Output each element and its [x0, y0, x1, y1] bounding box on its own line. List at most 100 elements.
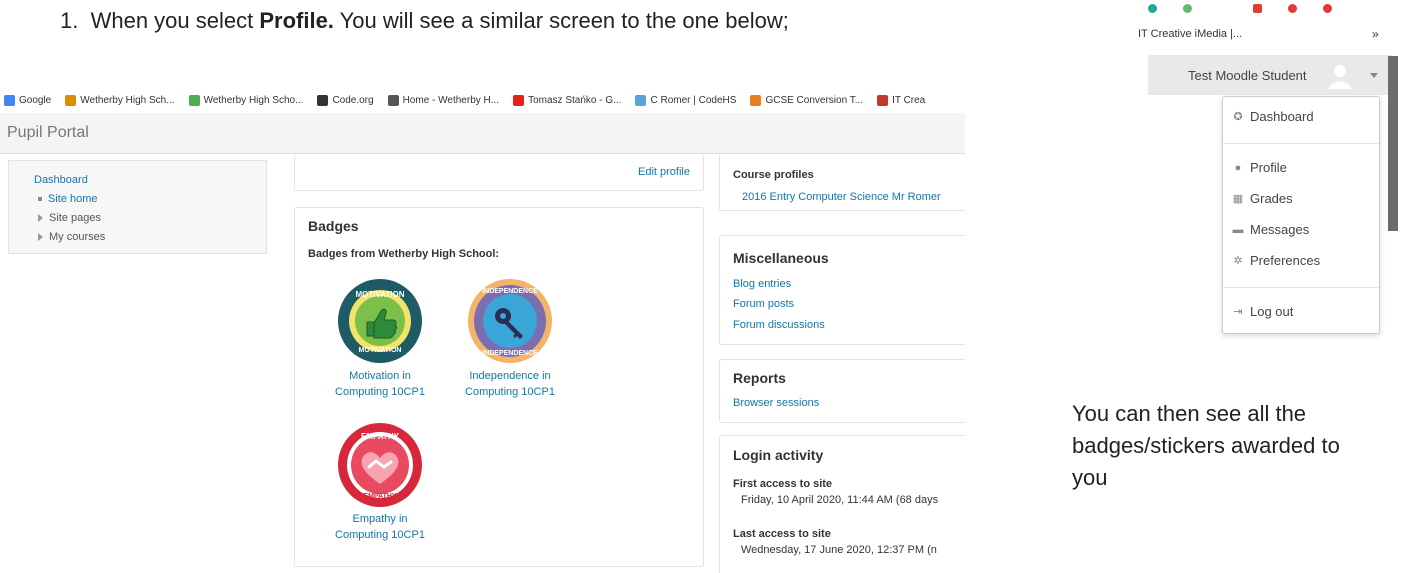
- user-name: Test Moodle Student: [1188, 68, 1307, 83]
- bookmark-item[interactable]: C Romer | CodeHS: [635, 95, 736, 106]
- step-text-before: When you select: [90, 8, 260, 33]
- bookmark-it-creative[interactable]: IT Creative iMedia |...: [1138, 28, 1242, 40]
- badge-caption-motivation[interactable]: Motivation in Computing 10CP1: [325, 368, 435, 400]
- portal-title[interactable]: Pupil Portal: [7, 124, 89, 141]
- badge-word: MOTIVATION: [355, 290, 404, 299]
- motivation-badge-icon[interactable]: MOTIVATION MOTIVATION: [337, 278, 423, 364]
- sign-out-icon: ⇥: [1233, 306, 1243, 318]
- bookmark-label: Wetherby High Sch...: [80, 95, 175, 106]
- dashboard-icon: ✪: [1233, 111, 1243, 123]
- badge-word: INDEPENDENCE: [482, 350, 538, 357]
- miscellaneous-card: Miscellaneous Blog entries Forum posts F…: [719, 235, 965, 345]
- badges-card: Badges Badges from Wetherby High School:…: [294, 207, 704, 567]
- menu-item-profile[interactable]: ● Profile: [1223, 157, 1379, 179]
- extension-icon: [1218, 4, 1227, 13]
- bookmark-item[interactable]: Home - Wetherby H...: [387, 95, 500, 106]
- menu-item-label: Dashboard: [1250, 109, 1314, 124]
- bookmark-label: Wetherby High Scho...: [203, 95, 304, 106]
- portal-header: Pupil Portal: [0, 113, 965, 154]
- expand-triangle-icon: [38, 233, 43, 242]
- menu-item-grades[interactable]: ▦ Grades: [1223, 188, 1379, 210]
- login-activity-card: Login activity First access to site Frid…: [719, 435, 965, 573]
- bookmark-item[interactable]: Wetherby High Scho...: [188, 95, 304, 106]
- codehs-icon: [635, 95, 647, 106]
- nav-site-home-row[interactable]: Site home: [38, 193, 98, 205]
- menu-item-label: Preferences: [1250, 253, 1321, 268]
- step-number: 1.: [60, 8, 79, 33]
- menu-item-logout[interactable]: ⇥ Log out: [1223, 301, 1379, 323]
- badge-word: EMPATHY: [361, 432, 400, 441]
- user-icon: ●: [1234, 162, 1242, 174]
- step-text-after: You will see a similar screen to the one…: [333, 8, 789, 33]
- avatar-icon: [1326, 61, 1354, 89]
- independence-badge-icon[interactable]: INDEPENDENCE INDEPENDENCE: [467, 278, 553, 364]
- bookmark-item[interactable]: Wetherby High Sch...: [65, 95, 175, 106]
- blog-entries-link[interactable]: Blog entries: [733, 278, 791, 290]
- bookmark-label: Code.org: [332, 95, 374, 106]
- speech-bubble-icon: ▬: [1232, 224, 1244, 236]
- bookmark-item[interactable]: Google: [4, 95, 51, 106]
- menu-item-preferences[interactable]: ✲ Preferences: [1223, 250, 1379, 272]
- step-text-bold: Profile.: [259, 8, 334, 33]
- first-access-value: Friday, 10 April 2020, 11:44 AM (68 days: [741, 494, 939, 506]
- bookmarks-bar: Google Wetherby High Sch... Wetherby High …: [0, 88, 965, 113]
- bookmark-item[interactable]: Code.org: [317, 95, 374, 106]
- last-access-label: Last access to site: [733, 528, 831, 540]
- nav-site-pages-row[interactable]: Site pages: [38, 212, 101, 224]
- browser-sessions-link[interactable]: Browser sessions: [733, 397, 819, 409]
- badge-caption-independence[interactable]: Independence in Computing 10CP1: [455, 368, 565, 400]
- forum-posts-link[interactable]: Forum posts: [733, 298, 794, 310]
- course-profiles-card: Course profiles 2016 Entry Computer Scie…: [719, 154, 965, 211]
- badges-subtitle: Badges from Wetherby High School:: [308, 248, 500, 260]
- caret-down-icon: [1370, 73, 1378, 78]
- badge-caption-line: Computing 10CP1: [335, 529, 425, 541]
- nav-my-courses-row[interactable]: My courses: [38, 231, 105, 243]
- login-activity-title: Login activity: [733, 447, 824, 463]
- leaf-icon: [188, 95, 200, 106]
- empathy-badge-icon[interactable]: EMPATHY EMPATHY: [337, 422, 423, 508]
- profile-screenshot: Google Wetherby High Sch... Wetherby High …: [0, 88, 965, 573]
- user-dropdown-menu: ✪ Dashboard ● Profile ▦ Grades ▬ Message…: [1222, 96, 1380, 334]
- code-org-icon: [317, 95, 329, 106]
- forum-discussions-link[interactable]: Forum discussions: [733, 319, 825, 331]
- badge-word: EMPATHY: [363, 493, 397, 500]
- bookmark-item[interactable]: GCSE Conversion T...: [750, 95, 863, 106]
- more-bookmarks-chevron-icon[interactable]: »: [1372, 27, 1379, 41]
- user-details-card: Edit profile: [294, 154, 704, 191]
- badge-caption-line: Independence in: [469, 370, 551, 382]
- youtube-icon: [513, 95, 525, 106]
- globe-icon: [387, 95, 399, 106]
- badge-caption-line: Computing 10CP1: [465, 386, 555, 398]
- nav-site-pages[interactable]: Site pages: [49, 212, 101, 224]
- menu-item-label: Grades: [1250, 191, 1293, 206]
- menu-item-messages[interactable]: ▬ Messages: [1223, 219, 1379, 241]
- bookmark-label: Google: [19, 95, 52, 106]
- bookmark-item[interactable]: IT Crea: [877, 95, 925, 106]
- navigation-block: Dashboard Site home Site pages My course…: [8, 160, 267, 254]
- user-menu-screenshot: IT Creative iMedia |... » Test Moodle St…: [1128, 0, 1392, 95]
- bookmark-label: C Romer | CodeHS: [650, 95, 737, 106]
- reports-title: Reports: [733, 370, 786, 386]
- reports-card: Reports Browser sessions: [719, 359, 965, 423]
- badge-word: MOTIVATION: [359, 347, 402, 354]
- course-profile-link[interactable]: 2016 Entry Computer Science Mr Romer: [742, 191, 941, 203]
- user-menu-toggle[interactable]: Test Moodle Student: [1148, 55, 1392, 95]
- edit-profile-link[interactable]: Edit profile: [638, 166, 690, 178]
- badge-caption-empathy[interactable]: Empathy in Computing 10CP1: [325, 511, 435, 543]
- badge-word: INDEPENDENCE: [482, 288, 538, 295]
- scrollbar[interactable]: [1388, 56, 1398, 231]
- nav-site-home[interactable]: Site home: [48, 193, 98, 205]
- first-access-label: First access to site: [733, 478, 833, 490]
- side-note: You can then see all the badges/stickers…: [1072, 401, 1340, 490]
- bookmark-item[interactable]: Tomasz Stańko - G...: [513, 95, 621, 106]
- menu-item-dashboard[interactable]: ✪ Dashboard: [1223, 106, 1379, 128]
- menu-item-label: Messages: [1250, 222, 1310, 237]
- last-access-value: Wednesday, 17 June 2020, 12:37 PM (n: [741, 544, 937, 556]
- menu-divider: [1223, 287, 1379, 288]
- nav-dashboard[interactable]: Dashboard: [34, 174, 88, 186]
- bookmark-label: Home - Wetherby H...: [402, 95, 500, 106]
- bullet-icon: [38, 197, 42, 202]
- badges-title: Badges: [308, 218, 359, 234]
- step-heading: 1. When you select Profile. You will see…: [60, 8, 789, 34]
- nav-my-courses[interactable]: My courses: [49, 231, 105, 243]
